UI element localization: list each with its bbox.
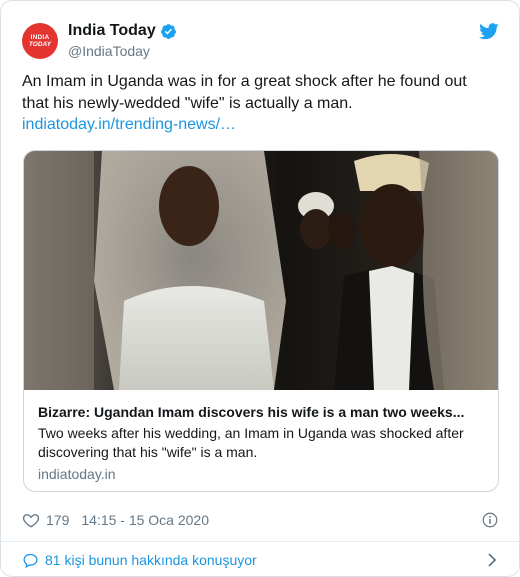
card-title[interactable]: Bizarre: Ugandan Imam discovers his wife… [38, 403, 486, 422]
embedded-tweet: INDIA TODAY India Today @IndiaToday An I… [0, 0, 520, 577]
handle[interactable]: @IndiaToday [68, 42, 177, 60]
chevron-right-icon [488, 553, 497, 567]
speech-bubble-icon [23, 553, 38, 568]
avatar-logo-text-2: TODAY [28, 41, 52, 48]
tweet-meta: 179 14:15 - 15 Oca 2020 [22, 509, 499, 531]
twitter-bird-icon[interactable] [479, 21, 499, 41]
display-name-row: India Today [68, 21, 177, 41]
author-names[interactable]: India Today @IndiaToday [68, 21, 177, 60]
tweet-body: An Imam in Uganda was in for a great sho… [22, 73, 467, 112]
conversation-text: 81 kişi bunun hakkında konuşuyor [45, 552, 257, 568]
avatar-logo-text-1: INDIA [30, 34, 50, 41]
card-image[interactable] [24, 151, 499, 390]
conversation-link[interactable]: 81 kişi bunun hakkında konuşuyor [1, 541, 519, 576]
info-icon[interactable] [481, 511, 499, 529]
tweet-link[interactable]: indiatoday.in/trending-news/… [22, 116, 236, 133]
tweet-text: An Imam in Uganda was in for a great sho… [22, 71, 492, 136]
timestamp[interactable]: 14:15 - 15 Oca 2020 [81, 512, 209, 528]
avatar[interactable]: INDIA TODAY [22, 23, 58, 59]
verified-badge-icon [160, 23, 176, 39]
link-card[interactable]: Bizarre: Ugandan Imam discovers his wife… [23, 150, 499, 492]
card-description: Two weeks after his wedding, an Imam in … [38, 425, 464, 460]
heart-icon[interactable] [22, 511, 40, 529]
display-name[interactable]: India Today [68, 21, 156, 41]
tweet-header: INDIA TODAY India Today @IndiaToday [22, 21, 499, 61]
card-domain: indiatoday.in [38, 466, 116, 482]
like-count[interactable]: 179 [46, 512, 69, 528]
card-body: Bizarre: Ugandan Imam discovers his wife… [24, 390, 498, 491]
